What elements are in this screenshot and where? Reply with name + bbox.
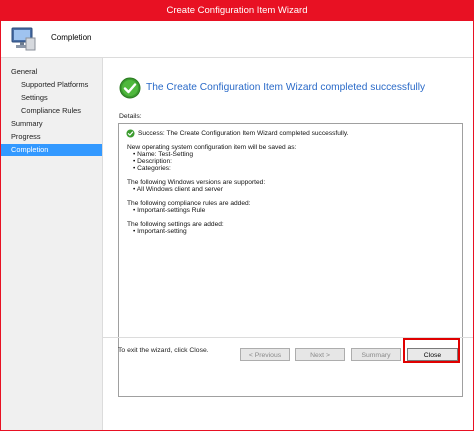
detail-line: • All Windows client and server <box>133 186 223 193</box>
exit-instruction: To exit the wizard, click Close. <box>118 347 209 354</box>
success-small-icon <box>126 129 135 138</box>
completion-headline: The Create Configuration Item Wizard com… <box>146 82 426 93</box>
detail-line: • Important-setting <box>133 228 187 235</box>
wizard-window: Create Configuration Item Wizard Complet… <box>0 0 474 431</box>
title-bar: Create Configuration Item Wizard <box>1 1 473 21</box>
detail-line: • Categories: <box>133 165 171 172</box>
details-label: Details: <box>119 113 142 120</box>
nav-item-supported-platforms[interactable]: Supported Platforms <box>1 79 102 91</box>
nav-item-settings[interactable]: Settings <box>1 92 102 104</box>
detail-line: • Important-settings Rule <box>133 207 206 214</box>
computer-icon <box>11 27 36 51</box>
nav-item-completion[interactable]: Completion <box>1 144 102 156</box>
nav-item-progress[interactable]: Progress <box>1 131 102 143</box>
success-check-icon <box>119 77 141 99</box>
nav-item-general[interactable]: General <box>1 66 102 78</box>
page-title: Completion <box>51 33 92 42</box>
nav-item-compliance-rules[interactable]: Compliance Rules <box>1 105 102 117</box>
details-textbox[interactable]: Success: The Create Configuration Item W… <box>118 123 463 397</box>
wizard-header: Completion <box>1 21 473 58</box>
nav-item-summary[interactable]: Summary <box>1 118 102 130</box>
main-content: The Create Configuration Item Wizard com… <box>103 58 473 430</box>
detail-line: Success: The Create Configuration Item W… <box>138 130 349 137</box>
wizard-nav: General Supported Platforms Settings Com… <box>1 58 103 430</box>
window-title: Create Configuration Item Wizard <box>166 5 308 16</box>
